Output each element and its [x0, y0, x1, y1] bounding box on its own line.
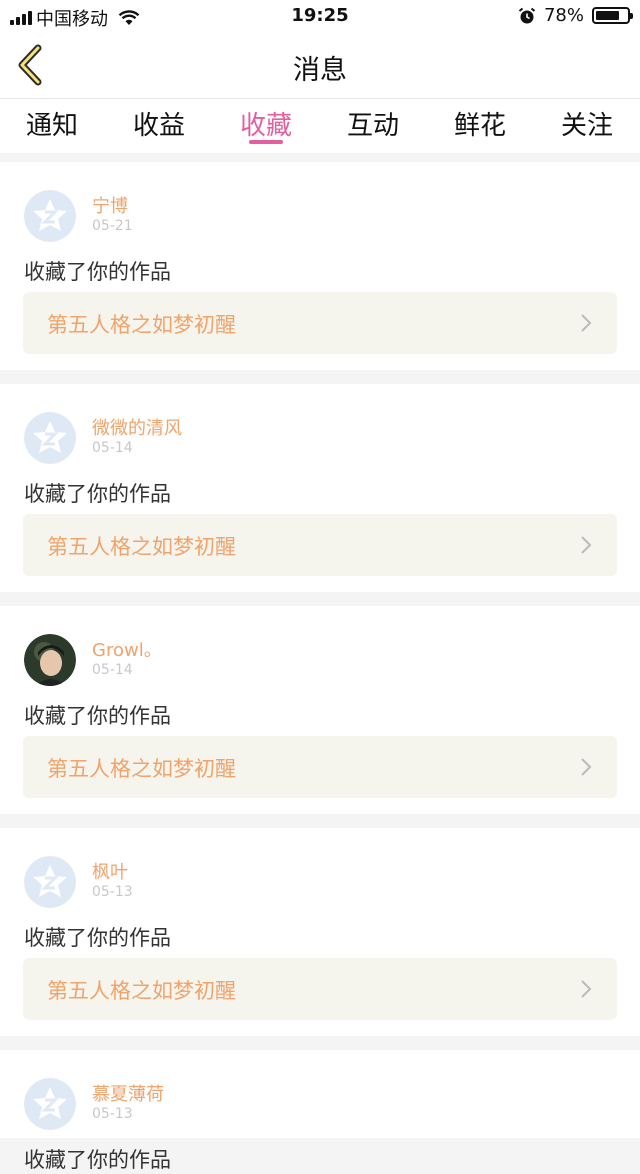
- work-link[interactable]: 第五人格之如梦初醒: [23, 292, 617, 354]
- chevron-right-icon: [581, 314, 592, 332]
- username[interactable]: 枫叶: [92, 858, 128, 884]
- action-text: 收藏了你的作品: [24, 926, 171, 950]
- status-right: 78%: [518, 5, 633, 26]
- battery-fill: [596, 11, 620, 20]
- work-title: 第五人格之如梦初醒: [47, 979, 236, 1003]
- tab-flowers[interactable]: 鲜花: [430, 105, 530, 142]
- message-date: 05-21: [92, 218, 133, 234]
- default-avatar-icon[interactable]: [24, 856, 76, 908]
- active-tab-indicator: [249, 140, 283, 144]
- message-card[interactable]: 微微的清风 05-14 收藏了你的作品 第五人格之如梦初醒: [0, 384, 640, 592]
- username[interactable]: 慕夏薄荷: [92, 1080, 164, 1106]
- message-card[interactable]: Growl。 05-14 收藏了你的作品 第五人格之如梦初醒: [0, 606, 640, 814]
- message-date: 05-13: [92, 1106, 133, 1122]
- username[interactable]: 宁博: [92, 192, 128, 218]
- work-title: 第五人格之如梦初醒: [47, 535, 236, 559]
- username[interactable]: 微微的清风: [92, 414, 182, 440]
- action-text: 收藏了你的作品: [24, 260, 171, 284]
- action-text: 收藏了你的作品: [24, 1148, 171, 1172]
- page-title: 消息: [293, 55, 347, 86]
- tab-favorites[interactable]: 收藏: [216, 105, 316, 142]
- tab-bar: 通知 收益 收藏 互动 鲜花 关注: [0, 99, 640, 153]
- tab-following[interactable]: 关注: [537, 105, 637, 142]
- work-link[interactable]: 第五人格之如梦初醒: [23, 514, 617, 576]
- action-text: 收藏了你的作品: [24, 704, 171, 728]
- work-title: 第五人格之如梦初醒: [47, 313, 236, 337]
- tab-notifications[interactable]: 通知: [2, 105, 102, 142]
- default-avatar-icon[interactable]: [24, 1078, 76, 1130]
- default-avatar-icon[interactable]: [24, 412, 76, 464]
- message-date: 05-14: [92, 662, 133, 678]
- chevron-right-icon: [581, 980, 592, 998]
- work-title: 第五人格之如梦初醒: [47, 757, 236, 781]
- tab-earnings[interactable]: 收益: [109, 105, 209, 142]
- chevron-right-icon: [581, 536, 592, 554]
- navigation-bar: 消息: [0, 32, 640, 99]
- message-date: 05-13: [92, 884, 133, 900]
- battery-icon: [592, 7, 633, 24]
- username[interactable]: Growl。: [92, 636, 162, 662]
- message-date: 05-14: [92, 440, 133, 456]
- chevron-right-icon: [581, 758, 592, 776]
- photo-avatar[interactable]: [24, 634, 76, 686]
- message-card[interactable]: 枫叶 05-13 收藏了你的作品 第五人格之如梦初醒: [0, 828, 640, 1036]
- status-bar: 中国移动 19:25 78%: [0, 0, 640, 32]
- alarm-icon: [518, 7, 536, 23]
- message-card[interactable]: 宁博 05-21 收藏了你的作品 第五人格之如梦初醒: [0, 162, 640, 370]
- battery-percent: 78%: [543, 5, 584, 26]
- tab-interactions[interactable]: 互动: [323, 105, 423, 142]
- default-avatar-icon[interactable]: [24, 190, 76, 242]
- message-card[interactable]: 慕夏薄荷 05-13 收藏了你的作品: [0, 1050, 640, 1172]
- work-link[interactable]: 第五人格之如梦初醒: [23, 736, 617, 798]
- action-text: 收藏了你的作品: [24, 482, 171, 506]
- work-link[interactable]: 第五人格之如梦初醒: [23, 958, 617, 1020]
